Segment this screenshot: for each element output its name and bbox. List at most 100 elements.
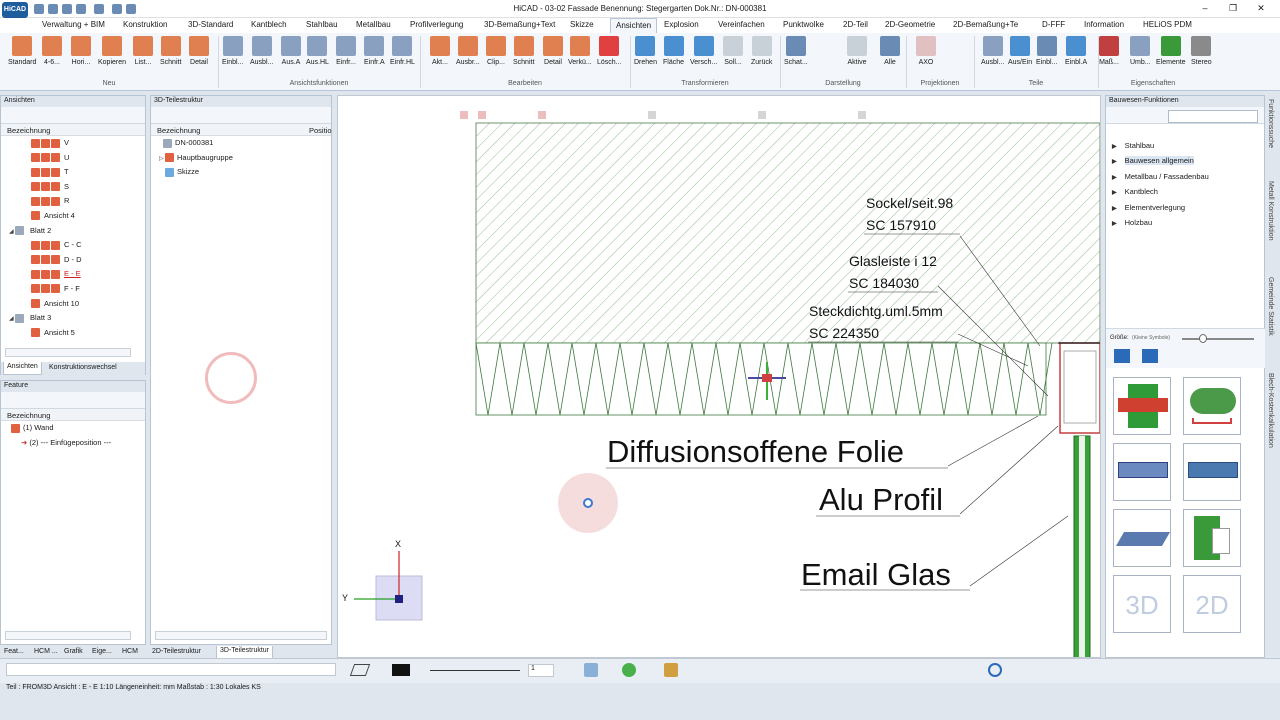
panel-tab[interactable]: 2D-Teilestruktur [152,648,201,655]
ribbon-button-8[interactable]: Ausbl... [250,35,273,66]
ribbon-button-3[interactable]: Kopieren [98,35,126,66]
ribbon-button-24[interactable]: Soll... [723,35,743,66]
column-bezeichnung[interactable]: Bezeichnung [157,126,200,135]
ribbon-button-13[interactable]: Einfr.HL [390,35,415,66]
bauwesen-item[interactable]: ▶ Elementverlegung [1106,200,1264,215]
tab-punktwolke[interactable]: Punktwolke [783,20,824,29]
ansichten-row[interactable]: Ansicht 4 [1,209,145,224]
parallelogram-icon[interactable] [349,664,371,676]
label-steckdichtung-code[interactable]: SC 224350 [809,325,879,341]
panel-tab[interactable]: Eige... [92,648,112,655]
ribbon-button-15[interactable]: Ausbr... [456,35,480,66]
bauwesen-item[interactable]: ▶ Holzbau [1106,215,1264,230]
ribbon-button-20[interactable]: Lösch... [597,35,622,66]
ribbon-button-35[interactable]: Umb... [1130,35,1151,66]
ansichten-row[interactable]: T [1,165,145,180]
panel-tab[interactable]: HCM [122,648,138,655]
ansichten-row[interactable]: F - F [1,282,145,297]
ribbon-button-37[interactable]: Stereo [1191,35,1212,66]
vtab-gemeinde-statistik[interactable]: Gemeinde Statistik [1267,277,1274,336]
ribbon-button-2[interactable]: Hori... [71,35,91,66]
thumb-report-doc[interactable] [1183,509,1241,567]
tab-stahlbau[interactable]: Stahlbau [306,20,338,29]
refresh-icon[interactable] [988,663,1002,677]
panel-tab[interactable]: Feat... [4,648,24,655]
label-diffusionsoffene-folie[interactable]: Diffusionsoffene Folie [607,434,904,470]
ansichten-row[interactable]: Ansicht 5 [1,326,145,341]
ribbon-button-21[interactable]: Drehen [634,35,657,66]
tab-ansichten[interactable]: Ansichten [3,362,42,375]
ansichten-hscroll[interactable] [5,348,131,357]
ribbon-button-10[interactable]: Aus.HL [306,35,329,66]
ansichten-row[interactable]: S [1,180,145,195]
layout-icon[interactable] [1114,349,1130,363]
thumb-roof-roll[interactable] [1183,377,1241,435]
color-swatch[interactable] [392,664,410,676]
feature-row[interactable]: (1) Wand [1,421,145,436]
ribbon-button-26[interactable]: Schat... [784,35,808,66]
expand-icon[interactable]: ▶ [1112,206,1117,212]
layer-icon[interactable] [664,663,678,677]
ribbon-button-9[interactable]: Aus.A [281,35,301,66]
label-glasleiste-code[interactable]: SC 184030 [849,275,919,291]
tab-helios-pdm[interactable]: HELiOS PDM [1143,20,1192,29]
bauwesen-item[interactable]: ▶ Kantblech [1106,184,1264,199]
shading-icon[interactable] [622,663,636,677]
ribbon-button-14[interactable]: Akt... [430,35,450,66]
expand-icon[interactable]: ▶ [1112,221,1117,227]
drawing-canvas[interactable]: Sockel/seit.98 SC 157910 Glasleiste i 12… [337,95,1101,658]
ribbon-button-34[interactable]: Maß... [1099,35,1119,66]
ribbon-button-28[interactable]: Alle [880,35,900,66]
ribbon-button-11[interactable]: Einfr... [336,35,356,66]
tab-3d-standard[interactable]: 3D-Standard [188,20,233,29]
ansichten-row[interactable]: U [1,151,145,166]
ansichten-row[interactable]: D - D [1,253,145,268]
ribbon-button-12[interactable]: Einfr.A [364,35,385,66]
ribbon-button-7[interactable]: Einbl... [222,35,243,66]
expand-icon[interactable]: ▶ [1112,159,1117,165]
ribbon-button-25[interactable]: Zurück [751,35,772,66]
ribbon-button-23[interactable]: Versch... [690,35,717,66]
column-position[interactable]: Positio [309,126,332,135]
ansichten-row[interactable]: C - C [1,238,145,253]
tab-skizze[interactable]: Skizze [570,20,594,29]
thumb-steel-joint[interactable] [1113,377,1171,435]
struktur-hscroll[interactable] [155,631,327,640]
ansichten-column-header[interactable]: Bezeichnung [1,124,145,136]
move-handle-center[interactable] [762,374,772,382]
ribbon-button-18[interactable]: Detail [543,35,563,66]
tab-kantblech[interactable]: Kantblech [251,20,287,29]
insulation-hatch[interactable] [475,122,1100,344]
tree-item[interactable]: DN-000381 [151,136,331,151]
vtab-metall-konstruktion[interactable]: Metall Konstruktion [1267,181,1274,241]
bauwesen-item[interactable]: ▶ Bauwesen allgemein [1106,153,1264,168]
ribbon-button-30[interactable]: Ausbl... [981,35,1004,66]
ansichten-row[interactable]: E - E [1,267,145,282]
close-icon[interactable]: ✕ [1254,3,1268,14]
tab-profilverlegung[interactable]: Profilverlegung [410,20,463,29]
ribbon-button-32[interactable]: Einbl... [1036,35,1057,66]
ansichten-row[interactable]: Ansicht 10 [1,297,145,312]
panel-tab[interactable]: HCM ... [34,648,58,655]
ribbon-button-17[interactable]: Schnitt [513,35,534,66]
command-input[interactable] [6,663,336,676]
layout-icon[interactable] [1142,349,1158,363]
ribbon-button-36[interactable]: Elemente [1156,35,1186,66]
vtab-funktionssuche[interactable]: Funktionssuche [1267,99,1274,148]
tab-metallbau[interactable]: Metallbau [356,20,391,29]
ansichten-row[interactable]: V [1,136,145,151]
line-width-input[interactable]: 1 [528,664,554,677]
tab-explosion[interactable]: Explosion [664,20,699,29]
ribbon-button-0[interactable]: Standard [8,35,36,66]
size-slider[interactable] [1182,338,1254,340]
tab-3d-bema-ung-text[interactable]: 3D-Bemaßung+Text [484,20,555,29]
tab-vereinfachen[interactable]: Vereinfachen [718,20,765,29]
feature-row[interactable]: ➜ (2) --- Einfügeposition --- [1,436,145,451]
bauwesen-item[interactable]: ▶ Metallbau / Fassadenbau [1106,169,1264,184]
expand-icon[interactable]: ▶ [1112,190,1117,196]
maximize-icon[interactable]: ❐ [1226,3,1240,14]
ansichten-row[interactable]: R [1,194,145,209]
ribbon-button-16[interactable]: Clip... [486,35,506,66]
ribbon-button-19[interactable]: Verkü... [568,35,592,66]
ansichten-row[interactable]: ◢ Blatt 3 [1,311,145,326]
